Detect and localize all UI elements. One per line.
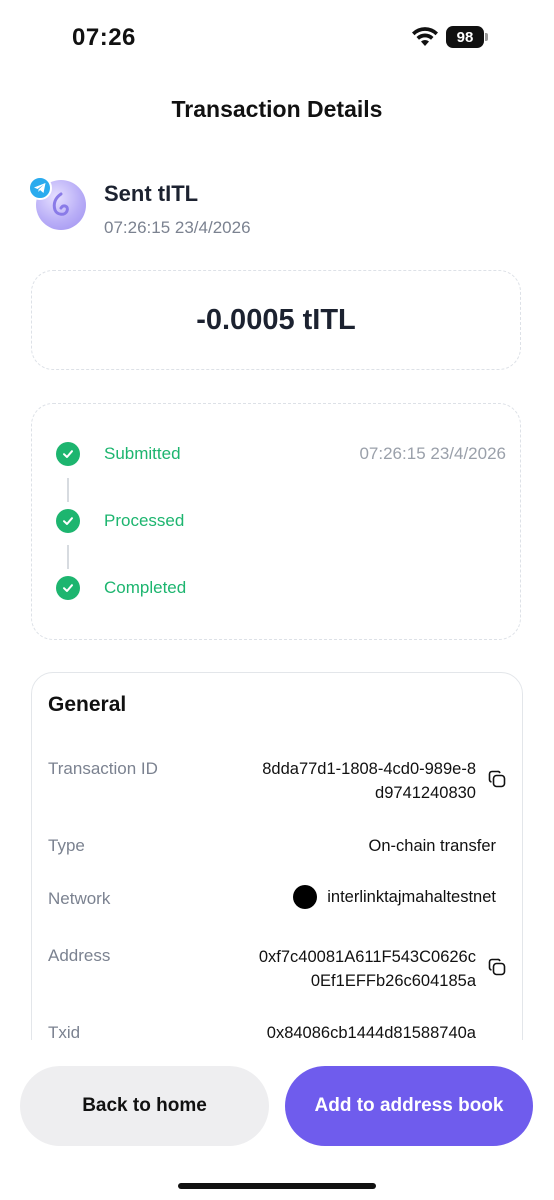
transaction-id-line-2: d9741240830 (375, 784, 476, 802)
check-circle-icon (56, 576, 80, 600)
battery-cap (485, 33, 488, 41)
type-label: Type (48, 836, 85, 855)
address-line-2: 0Ef1EFFb26c604185a (310, 972, 476, 990)
home-indicator[interactable] (178, 1183, 376, 1189)
add-to-address-book-button[interactable]: Add to address book (285, 1066, 533, 1146)
general-title: General (48, 693, 127, 716)
network-name: interlinktajmahaltestnet (327, 888, 496, 906)
timeline-step-submitted: Submitted (104, 444, 181, 463)
check-circle-icon (56, 442, 80, 466)
transaction-id-value: 8dda77d1-1808-4cd0-989e-8 d9741240830 (262, 757, 476, 805)
timeline-connector (67, 478, 69, 502)
transaction-title: Sent tITL (104, 181, 199, 206)
status-time: 07:26 (72, 24, 136, 51)
transaction-amount: -0.0005 tITL (196, 303, 356, 336)
amount-card: -0.0005 tITL (31, 270, 521, 370)
copy-icon[interactable] (487, 957, 507, 977)
transaction-id-line-1: 8dda77d1-1808-4cd0-989e-8 (262, 760, 476, 778)
copy-icon[interactable] (487, 769, 507, 789)
back-to-home-button[interactable]: Back to home (20, 1066, 269, 1146)
battery-indicator: 98 (446, 26, 484, 48)
network-icon (293, 885, 318, 909)
wifi-icon (412, 27, 438, 46)
transaction-timestamp: 07:26:15 23/4/2026 (104, 218, 251, 237)
timeline-step-submitted-time: 07:26:15 23/4/2026 (359, 444, 506, 463)
timeline-connector (67, 545, 69, 569)
general-card[interactable]: General Transaction ID 8dda77d1-1808-4cd… (31, 672, 523, 1092)
address-line-1: 0xf7c40081A611F543C0626c (258, 948, 476, 966)
timeline-step-processed: Processed (104, 511, 185, 530)
network-label: Network (48, 889, 111, 908)
type-value: On-chain transfer (368, 837, 496, 855)
network-value: interlinktajmahaltestnet (293, 885, 496, 909)
telegram-icon (28, 176, 52, 200)
check-circle-icon (56, 509, 80, 533)
page-title: Transaction Details (171, 96, 383, 122)
address-label: Address (48, 946, 111, 965)
timeline-step-completed: Completed (104, 578, 187, 597)
address-value: 0xf7c40081A611F543C0626c 0Ef1EFFb26c6041… (259, 945, 476, 993)
transaction-id-label: Transaction ID (48, 759, 158, 778)
